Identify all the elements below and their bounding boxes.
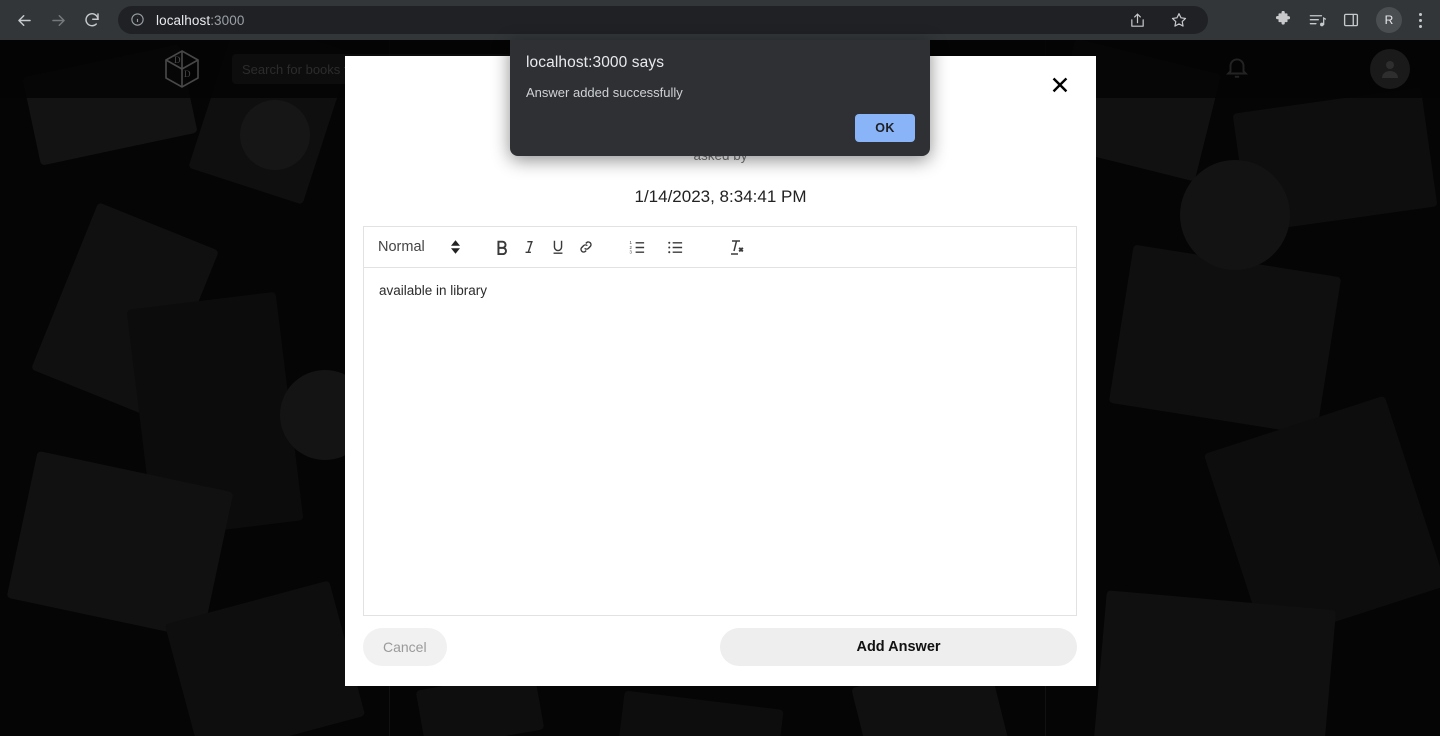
forward-icon[interactable] <box>42 4 74 36</box>
browser-toolbar: localhost:3000 R <box>0 0 1440 40</box>
cancel-button[interactable]: Cancel <box>363 628 447 666</box>
address-bar-url: localhost:3000 <box>156 13 244 28</box>
answer-text-content[interactable]: available in library <box>364 268 1076 615</box>
ordered-list-button[interactable]: 123 <box>624 234 652 260</box>
chevron-updown-icon <box>450 240 460 254</box>
italic-button[interactable] <box>516 234 544 260</box>
profile-avatar[interactable]: R <box>1376 7 1402 33</box>
javascript-alert-dialog: localhost:3000 says Answer added success… <box>510 40 930 156</box>
svg-text:3: 3 <box>630 249 633 254</box>
bullet-list-button[interactable] <box>662 234 690 260</box>
question-date: 1/14/2023, 8:34:41 PM <box>634 187 807 206</box>
svg-text:D: D <box>174 55 181 65</box>
user-avatar[interactable] <box>1370 49 1410 89</box>
editor-toolbar: Normal 123 <box>364 227 1076 268</box>
url-host: localhost <box>156 12 211 28</box>
alert-ok-button[interactable]: OK <box>855 114 915 142</box>
share-icon[interactable] <box>1122 5 1152 35</box>
reload-icon[interactable] <box>76 4 108 36</box>
side-panel-icon[interactable] <box>1336 5 1366 35</box>
add-answer-button[interactable]: Add Answer <box>720 628 1077 666</box>
three-dot-menu-icon[interactable] <box>1408 5 1432 35</box>
header-picker[interactable]: Normal <box>378 239 460 255</box>
toolbar-actions: R <box>1266 5 1432 35</box>
alert-title: localhost:3000 says <box>526 54 665 71</box>
svg-text:D: D <box>184 69 191 79</box>
alert-message: Answer added successfully <box>526 85 683 100</box>
underline-button[interactable] <box>544 234 572 260</box>
reading-list-icon[interactable] <box>1302 5 1332 35</box>
address-bar[interactable]: localhost:3000 <box>118 6 1208 34</box>
header-picker-label: Normal <box>378 239 425 255</box>
back-icon[interactable] <box>8 4 40 36</box>
link-icon[interactable] <box>572 234 600 260</box>
star-icon[interactable] <box>1164 5 1194 35</box>
modal-actions: Cancel Add Answer <box>363 628 1077 666</box>
clear-format-button[interactable] <box>722 234 750 260</box>
info-icon[interactable] <box>130 12 146 28</box>
puzzle-icon[interactable] <box>1268 5 1298 35</box>
rich-text-editor: Normal 123 available in library <box>363 226 1077 616</box>
bell-icon[interactable] <box>1224 54 1250 85</box>
cube-logo[interactable]: D D <box>160 47 204 91</box>
bold-button[interactable] <box>488 234 516 260</box>
url-port: :3000 <box>210 12 245 28</box>
close-icon[interactable]: ✕ <box>1040 64 1080 108</box>
